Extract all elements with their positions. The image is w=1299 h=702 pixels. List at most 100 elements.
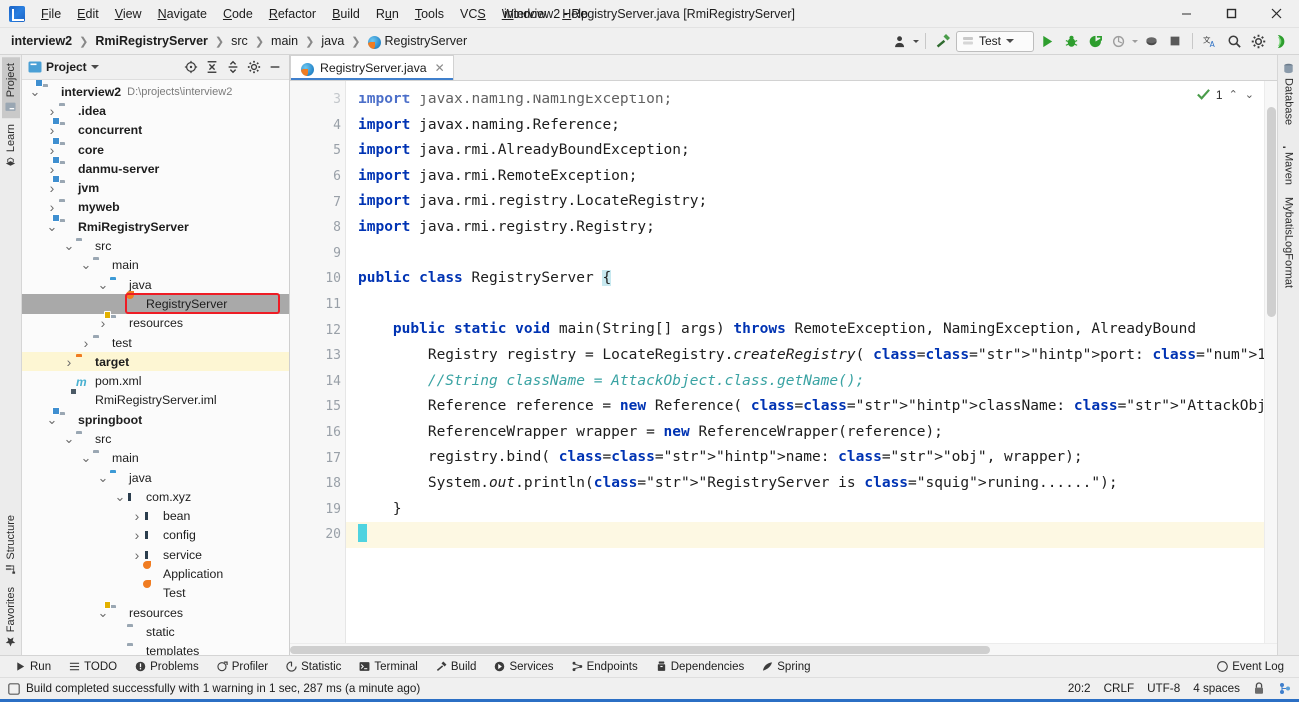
stop-icon[interactable] bbox=[1164, 31, 1186, 52]
gutter-line-18[interactable]: 18 bbox=[290, 471, 345, 497]
tool-window-terminal[interactable]: Terminal bbox=[350, 659, 426, 675]
file-encoding[interactable]: UTF-8 bbox=[1147, 682, 1180, 695]
hammer-build-icon[interactable] bbox=[932, 31, 954, 52]
tree-node-resources[interactable]: ⌄ resources bbox=[22, 603, 289, 622]
menu-build[interactable]: Build bbox=[324, 4, 368, 24]
chevron-down-icon[interactable]: ⌄ bbox=[45, 220, 59, 233]
horizontal-scrollbar[interactable] bbox=[290, 643, 1277, 655]
collapse-all-icon[interactable] bbox=[202, 57, 222, 77]
breadcrumb-main[interactable]: main bbox=[268, 33, 301, 49]
tree-node-rmiregistryserver-iml[interactable]: RmiRegistryServer.iml bbox=[22, 391, 289, 410]
gutter-line-4[interactable]: 4 bbox=[290, 113, 345, 139]
sidebar-item-project[interactable]: Project bbox=[1, 57, 20, 119]
tree-node-templates[interactable]: templates bbox=[22, 642, 289, 655]
search-icon[interactable] bbox=[1223, 31, 1245, 52]
tree-node-service[interactable]: › service bbox=[22, 545, 289, 564]
hide-panel-icon[interactable] bbox=[265, 57, 285, 77]
code-line-7[interactable]: import java.rmi.registry.LocateRegistry; bbox=[346, 189, 1277, 215]
gutter-line-17[interactable]: 17 bbox=[290, 445, 345, 471]
tree-node-myweb[interactable]: › myweb bbox=[22, 198, 289, 217]
tree-node-rmiregistryserver[interactable]: ⌄ RmiRegistryServer bbox=[22, 217, 289, 236]
settings-gear-icon[interactable] bbox=[1247, 31, 1269, 52]
tree-node-main[interactable]: ⌄ main bbox=[22, 256, 289, 275]
tool-window-dependencies[interactable]: Dependencies bbox=[647, 659, 754, 675]
settings-gear-icon[interactable] bbox=[244, 57, 264, 77]
tool-window-services[interactable]: Services bbox=[485, 659, 562, 675]
attach-icon[interactable] bbox=[1140, 31, 1162, 52]
chevron-right-icon[interactable]: › bbox=[130, 508, 144, 524]
tree-node-java[interactable]: ⌄ java bbox=[22, 275, 289, 294]
run-icon[interactable] bbox=[1036, 31, 1058, 52]
tree-node-src[interactable]: ⌄ src bbox=[22, 429, 289, 448]
chevron-right-icon[interactable]: › bbox=[79, 335, 93, 351]
run-with-coverage-icon[interactable] bbox=[1084, 31, 1106, 52]
status-message[interactable]: Build completed successfully with 1 warn… bbox=[26, 682, 420, 695]
code-line-15[interactable]: Reference reference = new Reference( cla… bbox=[346, 394, 1277, 420]
chevron-down-icon[interactable] bbox=[90, 65, 99, 69]
chevron-right-icon[interactable]: › bbox=[130, 547, 144, 563]
tree-node-static[interactable]: static bbox=[22, 622, 289, 641]
profile-icon[interactable] bbox=[1108, 31, 1130, 52]
gutter-line-12[interactable]: 12 bbox=[290, 317, 373, 343]
tree-node-danmu-server[interactable]: › danmu-server bbox=[22, 159, 289, 178]
tool-window-statistic[interactable]: Statistic bbox=[277, 659, 350, 675]
gutter-line-20[interactable]: 20 bbox=[290, 522, 345, 548]
gutter-line-5[interactable]: 5 bbox=[290, 138, 345, 164]
user-settings-caret-icon[interactable] bbox=[913, 39, 919, 43]
code-line-17[interactable]: registry.bind( class=class="str">"hintp"… bbox=[346, 445, 1277, 471]
chevron-down-icon[interactable]: ⌄ bbox=[96, 278, 110, 291]
sidebar-item-structure[interactable]: Structure bbox=[2, 509, 20, 581]
code-line-13[interactable]: Registry registry = LocateRegistry.creat… bbox=[346, 343, 1277, 369]
tool-window-endpoints[interactable]: Endpoints bbox=[563, 659, 647, 675]
code-line-18[interactable]: System.out.println(class="str">"Registry… bbox=[346, 471, 1277, 497]
chevron-down-icon[interactable]: ⌄ bbox=[62, 432, 76, 445]
vcs-branch-icon[interactable] bbox=[1278, 682, 1291, 695]
chevron-down-icon[interactable]: ⌄ bbox=[62, 239, 76, 252]
chevron-up-icon[interactable]: ⌃ bbox=[1228, 88, 1239, 101]
code-line-10[interactable]: public class RegistryServer { bbox=[346, 266, 1277, 292]
tree-node-resources[interactable]: › resources bbox=[22, 314, 289, 333]
tree-node-concurrent[interactable]: › concurrent bbox=[22, 121, 289, 140]
tree-node-jvm[interactable]: › jvm bbox=[22, 178, 289, 197]
code-line-6[interactable]: import java.rmi.RemoteException; bbox=[346, 164, 1277, 190]
tree-node-java[interactable]: ⌄ java bbox=[22, 468, 289, 487]
breadcrumb-java[interactable]: java bbox=[318, 33, 347, 49]
gutter-line-7[interactable]: 7 bbox=[290, 189, 345, 215]
tree-node-target[interactable]: › target bbox=[22, 352, 289, 372]
sidebar-item-maven[interactable]: m Maven bbox=[1280, 131, 1298, 191]
tree-node-springboot[interactable]: ⌄ springboot bbox=[22, 410, 289, 429]
gutter-line-8[interactable]: 8 bbox=[290, 215, 373, 241]
tree-node-test[interactable]: › test bbox=[22, 333, 289, 352]
ide-assistant-icon[interactable] bbox=[1271, 31, 1293, 52]
tab-registryserver-java[interactable]: RegistryServer.java ✕ bbox=[290, 55, 454, 80]
gutter-line-15[interactable]: 15 bbox=[290, 394, 345, 420]
code-content[interactable]: import javax.naming.NamingException; impo… bbox=[346, 81, 1277, 643]
maximize-button[interactable] bbox=[1209, 0, 1254, 28]
editor-viewport[interactable]: 3 4 5 6 7 8 9 10 11 12 13 14 15 16 17 18 19 20 import jav… bbox=[290, 81, 1277, 643]
menu-navigate[interactable]: Navigate bbox=[150, 4, 215, 24]
chevron-down-icon[interactable]: ⌄ bbox=[79, 451, 93, 464]
code-line-9[interactable] bbox=[346, 241, 1277, 267]
close-icon[interactable]: ✕ bbox=[435, 61, 445, 75]
tree-node-interview2[interactable]: ⌄ interview2 D:\projects\interview2 bbox=[22, 82, 289, 101]
breadcrumb-rmiregistryserver[interactable]: RmiRegistryServer bbox=[92, 33, 211, 49]
tree-node-com-xyz[interactable]: ⌄ com.xyz bbox=[22, 487, 289, 506]
code-line-4[interactable]: import javax.naming.Reference; bbox=[346, 113, 1277, 139]
editor-gutter[interactable]: 3 4 5 6 7 8 9 10 11 12 13 14 15 16 17 18 19 20 bbox=[290, 81, 373, 643]
gutter-line-13[interactable]: 13 bbox=[290, 343, 345, 369]
line-separator[interactable]: CRLF bbox=[1104, 682, 1135, 695]
tree-node-application[interactable]: Application bbox=[22, 564, 289, 583]
tree-node-config[interactable]: › config bbox=[22, 526, 289, 545]
chevron-down-icon[interactable] bbox=[1006, 39, 1015, 43]
tree-node-main[interactable]: ⌄ main bbox=[22, 449, 289, 468]
code-line-5[interactable]: import java.rmi.AlreadyBoundException; bbox=[346, 138, 1277, 164]
tree-node-test[interactable]: Test bbox=[22, 584, 289, 603]
menu-help[interactable]: Help bbox=[554, 4, 596, 24]
chevron-down-icon[interactable]: ⌄ bbox=[1244, 88, 1255, 101]
gutter-line-9[interactable]: 9 bbox=[290, 241, 345, 267]
menu-vcs[interactable]: VCS bbox=[452, 4, 494, 24]
gutter-line-14[interactable]: 14 bbox=[290, 369, 345, 395]
tool-window-build[interactable]: Build bbox=[427, 659, 486, 675]
tree-node--idea[interactable]: › .idea bbox=[22, 101, 289, 120]
debug-icon[interactable] bbox=[1060, 31, 1082, 52]
